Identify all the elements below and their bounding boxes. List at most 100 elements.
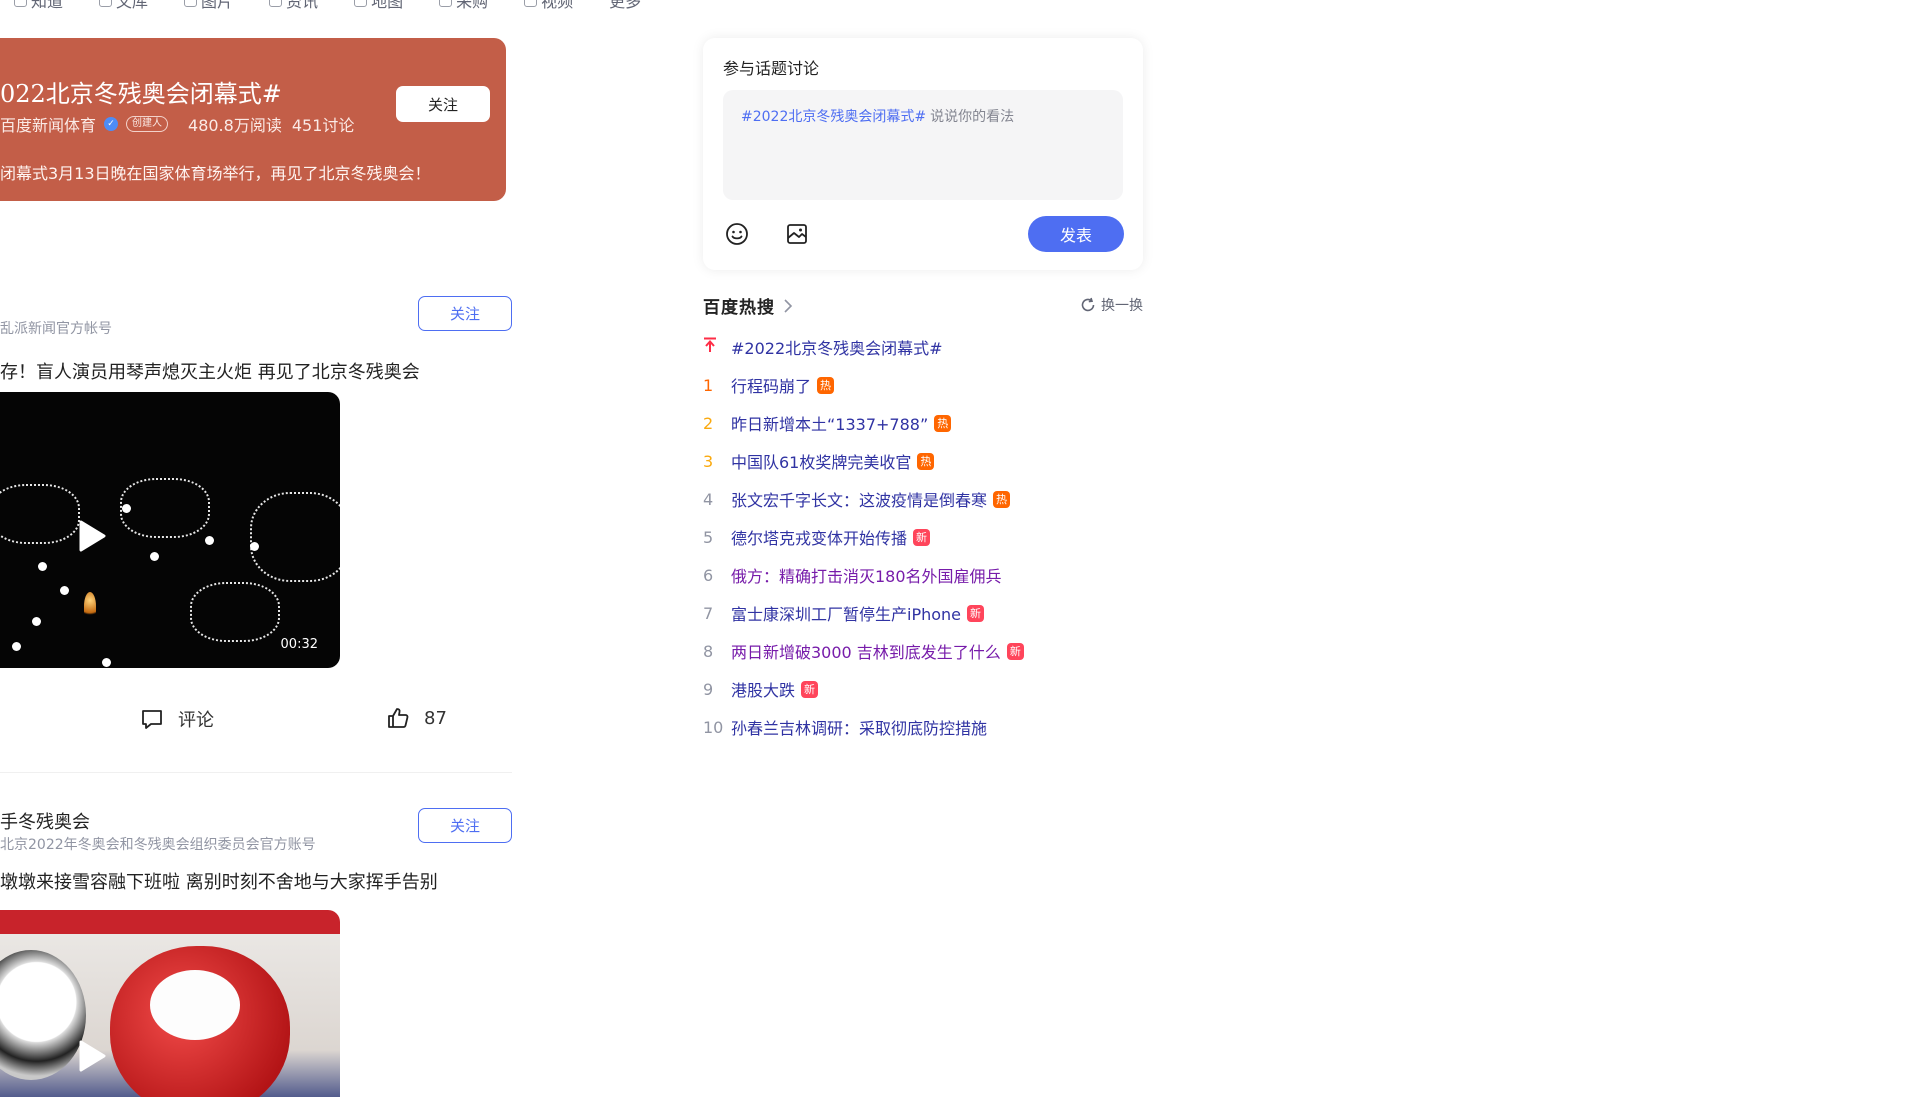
nav-label: 资讯 xyxy=(286,0,319,11)
torch-flame xyxy=(84,592,96,620)
post-title[interactable]: 存！盲人演员用琴声熄灭主火炬 再见了北京冬残奥会 xyxy=(0,358,420,384)
hot-search-rank: 4 xyxy=(703,489,714,509)
refresh-button[interactable]: 换一换 xyxy=(1080,295,1143,315)
snow-dot xyxy=(102,658,111,667)
hot-search-text[interactable]: 行程码崩了 xyxy=(731,373,811,397)
comment-button[interactable]: 评论 xyxy=(140,706,214,732)
play-icon[interactable] xyxy=(72,1036,112,1076)
follow-button[interactable]: 关注 xyxy=(418,296,512,331)
snow-dot xyxy=(150,552,159,561)
snow-dot xyxy=(122,504,131,513)
nav-item-wenku[interactable]: 文库 xyxy=(99,0,148,12)
video-thumbnail[interactable]: 00:32 xyxy=(0,392,340,668)
like-button[interactable]: 87 xyxy=(386,706,447,730)
video-thumbnail[interactable] xyxy=(0,910,340,1097)
hot-search-text[interactable]: 孙春兰吉林调研：采取彻底防控措施 xyxy=(731,715,987,739)
hot-search-item[interactable]: 1 行程码崩了热 xyxy=(703,366,1223,404)
hot-search-rank: 10 xyxy=(703,717,724,737)
hot-search-rank: 2 xyxy=(703,413,714,433)
new-badge: 新 xyxy=(967,604,985,622)
nav-item-map[interactable]: 地图 xyxy=(354,0,403,12)
topic-title[interactable]: 022北京冬残奥会闭幕式# xyxy=(0,74,282,109)
hot-search-text[interactable]: 俄方：精确打击消灭180名外国雇佣兵 xyxy=(731,563,1002,587)
hot-search-item[interactable]: 8 两日新增破3000 吉林到底发生了什么新 xyxy=(703,632,1223,670)
play-icon[interactable] xyxy=(72,516,112,556)
hot-search-item[interactable]: #2022北京冬残奥会闭幕式# xyxy=(703,328,1223,366)
verified-icon: ✓ xyxy=(104,117,119,131)
lantern-face xyxy=(150,970,240,1040)
hot-search-text[interactable]: 德尔塔克戎变体开始传播 xyxy=(731,525,907,549)
topic-stats: 480.8万阅读 451讨论 xyxy=(188,112,354,136)
snow-dot xyxy=(60,586,69,595)
nav-item-images[interactable]: 图片 xyxy=(184,0,233,12)
lace-decoration xyxy=(120,478,210,538)
discussion-input[interactable]: #2022北京冬残奥会闭幕式# 说说你的看法 xyxy=(723,90,1123,200)
nav-item-purchase[interactable]: 采购 xyxy=(439,0,488,12)
account-name[interactable]: 手冬残奥会 xyxy=(0,808,90,834)
lace-decoration xyxy=(190,582,280,642)
hot-search-item[interactable]: 9 港股大跌新 xyxy=(703,670,1223,708)
hot-search-rank: 6 xyxy=(703,565,714,585)
hot-search-text[interactable]: 富士康深圳工厂暂停生产iPhone xyxy=(731,601,961,625)
new-badge: 新 xyxy=(801,680,819,698)
refresh-label: 换一换 xyxy=(1101,298,1143,314)
lace-decoration xyxy=(0,484,80,544)
snow-dot xyxy=(12,642,21,651)
hot-search-rank: 5 xyxy=(703,527,714,547)
news-icon xyxy=(269,0,283,7)
thumbs-up-icon xyxy=(388,708,409,728)
divider xyxy=(0,772,512,773)
snow-dot xyxy=(205,536,214,545)
hot-badge: 热 xyxy=(917,452,935,470)
hot-search-title[interactable]: 百度热搜 xyxy=(703,293,793,318)
hot-search-text[interactable]: #2022北京冬残奥会闭幕式# xyxy=(731,335,943,359)
video-duration: 00:32 xyxy=(280,637,318,652)
video-icon xyxy=(524,0,538,7)
hot-search-rank: 3 xyxy=(703,451,714,471)
emoji-icon[interactable] xyxy=(723,220,751,248)
nav-label: 知道 xyxy=(31,0,64,11)
new-badge: 新 xyxy=(913,528,931,546)
post-title[interactable]: 墩墩来接雪容融下班啦 离别时刻不舍地与大家挥手告别 xyxy=(0,868,438,894)
nav-item-zhidao[interactable]: 知道 xyxy=(14,0,63,12)
discussion-tag: #2022北京冬残奥会闭幕式# xyxy=(741,109,927,125)
nav-label: 更多 xyxy=(609,0,642,11)
follow-button[interactable]: 关注 xyxy=(418,808,512,843)
page: 知道 文库 图片 资讯 地图 采购 视频 更多 022北京冬残奥会闭幕式# 百度… xyxy=(0,0,1920,1097)
hot-search-text[interactable]: 中国队61枚奖牌完美收官 xyxy=(731,449,911,473)
nav-item-more[interactable]: 更多 xyxy=(609,0,641,12)
topic-meta: 百度新闻体育 ✓ 创建人 480.8万阅读 451讨论 xyxy=(0,112,354,136)
hot-search-list: #2022北京冬残奥会闭幕式# 1 行程码崩了热 2 昨日新增本土“1337+788” 热… xyxy=(703,328,1223,746)
hot-search-item[interactable]: 5 德尔塔克戎变体开始传播新 xyxy=(703,518,1223,556)
image-icon xyxy=(184,0,198,7)
topic-reads: 480.8万阅读 xyxy=(188,116,282,135)
hot-search-item[interactable]: 10 孙春兰吉林调研：采取彻底防控措施 xyxy=(703,708,1223,746)
hot-search-text[interactable]: 港股大跌 xyxy=(731,677,795,701)
lace-decoration xyxy=(250,492,340,582)
nav-item-news[interactable]: 资讯 xyxy=(269,0,318,12)
hot-search-item[interactable]: 7 富士康深圳工厂暂停生产iPhone 新 xyxy=(703,594,1223,632)
hot-search-text[interactable]: 张文宏千字长文：这波疫情是倒春寒 xyxy=(731,487,987,511)
hot-search-item[interactable]: 2 昨日新增本土“1337+788” 热 xyxy=(703,404,1223,442)
new-badge: 新 xyxy=(1006,642,1024,660)
hot-search-item[interactable]: 3 中国队61枚奖牌完美收官热 xyxy=(703,442,1223,480)
hot-badge: 热 xyxy=(817,376,835,394)
hot-search-item[interactable]: 6 俄方：精确打击消灭180名外国雇佣兵 xyxy=(703,556,1223,594)
topic-follow-button[interactable]: 关注 xyxy=(396,86,490,122)
nav-label: 视频 xyxy=(541,0,574,11)
topic-author[interactable]: 百度新闻体育 xyxy=(0,112,96,136)
creator-badge: 创建人 xyxy=(126,116,169,132)
question-icon xyxy=(14,0,27,7)
hot-search-text[interactable]: 昨日新增本土“1337+788” xyxy=(731,411,928,435)
publish-button[interactable]: 发表 xyxy=(1028,216,1124,252)
discussion-card: 参与话题讨论 #2022北京冬残奥会闭幕式# 说说你的看法 发表 xyxy=(703,38,1143,270)
hot-search-text[interactable]: 两日新增破3000 吉林到底发生了什么 xyxy=(731,639,1001,663)
image-upload-icon[interactable] xyxy=(783,220,811,248)
nav-item-video[interactable]: 视频 xyxy=(524,0,573,12)
topic-card[interactable]: 022北京冬残奥会闭幕式# 百度新闻体育 ✓ 创建人 480.8万阅读 451讨… xyxy=(0,38,506,201)
hot-search-rank: 9 xyxy=(703,679,714,699)
hot-search-item[interactable]: 4 张文宏千字长文：这波疫情是倒春寒热 xyxy=(703,480,1223,518)
hot-search-rank: 8 xyxy=(703,641,714,661)
top-nav: 知道 文库 图片 资讯 地图 采购 视频 更多 xyxy=(0,0,641,12)
nav-label: 图片 xyxy=(201,0,234,11)
